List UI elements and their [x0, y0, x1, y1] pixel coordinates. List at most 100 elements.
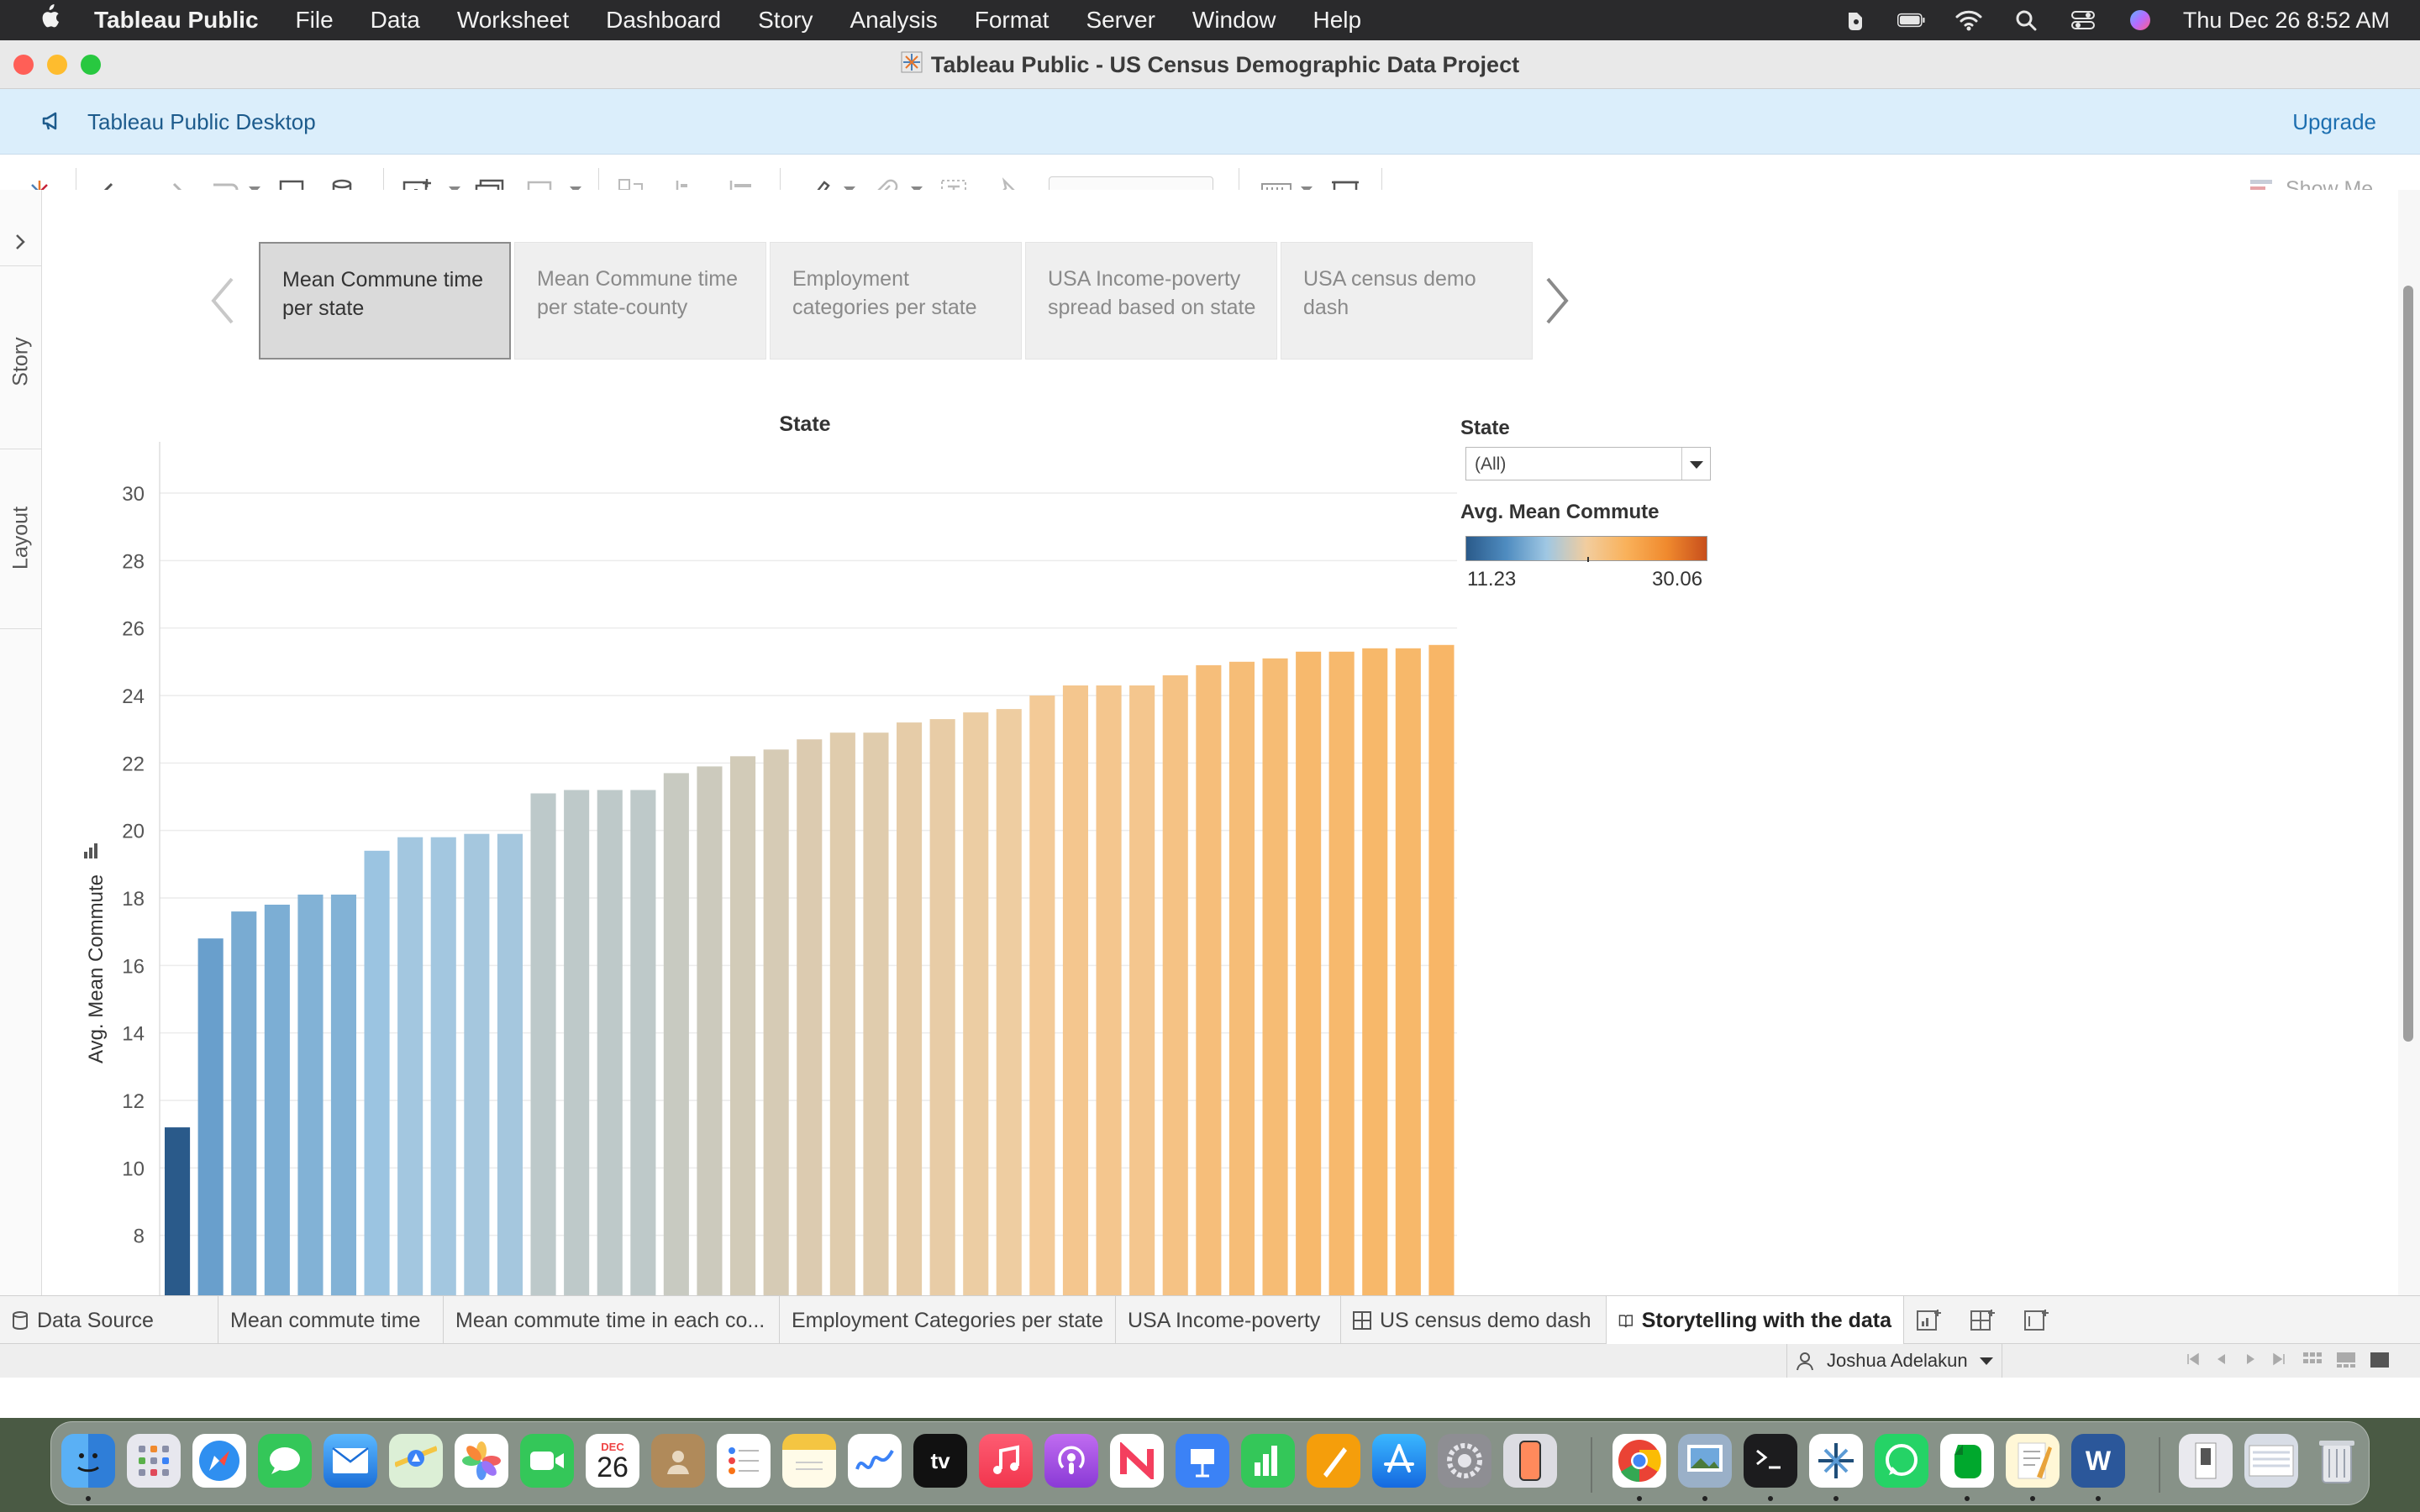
- bar[interactable]: [397, 837, 424, 1295]
- bar[interactable]: [597, 790, 623, 1296]
- chrome-icon[interactable]: [1612, 1434, 1666, 1488]
- bar[interactable]: [1129, 685, 1155, 1295]
- bar[interactable]: [1395, 648, 1421, 1295]
- wifi-icon[interactable]: [1954, 9, 1983, 31]
- mean-commute-bar-chart[interactable]: 681012141618202224262830 State Avg. Mean…: [42, 190, 1749, 1295]
- bar[interactable]: [697, 766, 723, 1295]
- bar[interactable]: [897, 722, 923, 1295]
- menu-file[interactable]: File: [296, 7, 334, 34]
- menu-dashboard[interactable]: Dashboard: [606, 7, 721, 34]
- upgrade-link[interactable]: Upgrade: [2292, 109, 2376, 135]
- microsoft-word-icon[interactable]: W: [2071, 1434, 2125, 1488]
- bar[interactable]: [497, 833, 523, 1295]
- evernote-icon[interactable]: [1940, 1434, 1994, 1488]
- bar[interactable]: [1196, 664, 1222, 1295]
- first-sheet-icon[interactable]: [2185, 1351, 2202, 1368]
- new-story-tab-icon[interactable]: [2023, 1308, 2050, 1337]
- menu-worksheet[interactable]: Worksheet: [457, 7, 569, 34]
- sheet-sorter-icon[interactable]: [2302, 1351, 2323, 1369]
- battery-icon[interactable]: [1897, 9, 1926, 31]
- news-icon[interactable]: [1110, 1434, 1164, 1488]
- bar[interactable]: [1328, 651, 1355, 1295]
- scrollbar-thumb[interactable]: [2403, 286, 2413, 1042]
- bar[interactable]: [863, 732, 889, 1295]
- bar[interactable]: [663, 773, 689, 1295]
- numbers-icon[interactable]: [1241, 1434, 1295, 1488]
- bar[interactable]: [165, 1127, 191, 1295]
- preview-icon[interactable]: [1678, 1434, 1732, 1488]
- menu-data[interactable]: Data: [371, 7, 420, 34]
- bar[interactable]: [1362, 648, 1388, 1295]
- reminders-icon[interactable]: [717, 1434, 771, 1488]
- bar[interactable]: [1428, 644, 1455, 1295]
- whatsapp-icon[interactable]: [1875, 1434, 1928, 1488]
- tab-employment-categories[interactable]: Employment Categories per state: [780, 1296, 1116, 1345]
- messages-icon[interactable]: [258, 1434, 312, 1488]
- evernote-status-icon[interactable]: [1840, 9, 1869, 31]
- siri-icon[interactable]: [2126, 9, 2154, 31]
- launchpad-icon[interactable]: [127, 1434, 181, 1488]
- safari-icon[interactable]: [192, 1434, 246, 1488]
- maps-icon[interactable]: [389, 1434, 443, 1488]
- bar[interactable]: [829, 732, 855, 1295]
- bar[interactable]: [231, 911, 257, 1295]
- bar[interactable]: [1262, 658, 1288, 1295]
- tab-data-source[interactable]: Data Source: [0, 1296, 218, 1345]
- calendar-icon[interactable]: DEC 26: [586, 1434, 639, 1488]
- mail-icon[interactable]: [324, 1434, 377, 1488]
- downloads-stack-icon[interactable]: [2179, 1434, 2233, 1488]
- facetime-icon[interactable]: [520, 1434, 574, 1488]
- sort-indicator-icon[interactable]: [84, 843, 97, 858]
- bar[interactable]: [797, 739, 823, 1295]
- bar[interactable]: [1062, 685, 1088, 1295]
- system-settings-icon[interactable]: [1438, 1434, 1491, 1488]
- recent-document-icon[interactable]: [2244, 1434, 2298, 1488]
- bar[interactable]: [1162, 675, 1188, 1295]
- bar[interactable]: [330, 895, 356, 1295]
- pages-icon[interactable]: [1307, 1434, 1360, 1488]
- tab-mean-commute-time[interactable]: Mean commute time: [218, 1296, 444, 1345]
- menu-help[interactable]: Help: [1313, 7, 1362, 34]
- bar[interactable]: [1228, 661, 1255, 1295]
- control-center-icon[interactable]: [2069, 9, 2097, 31]
- tab-storytelling[interactable]: Storytelling with the data: [1607, 1296, 1904, 1345]
- bar[interactable]: [564, 790, 590, 1296]
- textedit-icon[interactable]: [2006, 1434, 2060, 1488]
- contacts-icon[interactable]: [651, 1434, 705, 1488]
- tab-mean-commute-county[interactable]: Mean commute time in each co...: [444, 1296, 780, 1345]
- tab-income-poverty[interactable]: USA Income-poverty: [1116, 1296, 1341, 1345]
- spotlight-search-icon[interactable]: [2012, 9, 2040, 31]
- menu-window[interactable]: Window: [1192, 7, 1276, 34]
- state-filter-dropdown[interactable]: (All): [1465, 447, 1711, 480]
- bar[interactable]: [430, 837, 456, 1295]
- layout-pane-tab[interactable]: Layout: [9, 506, 34, 571]
- menu-format[interactable]: Format: [975, 7, 1050, 34]
- bar[interactable]: [1296, 651, 1322, 1295]
- finder-icon[interactable]: [61, 1434, 115, 1488]
- bar[interactable]: [630, 790, 656, 1296]
- terminal-icon[interactable]: [1744, 1434, 1797, 1488]
- bar[interactable]: [1096, 685, 1122, 1295]
- app-store-icon[interactable]: [1372, 1434, 1426, 1488]
- next-sheet-icon[interactable]: [2242, 1351, 2259, 1368]
- filmstrip-icon[interactable]: [2336, 1351, 2356, 1369]
- trash-icon[interactable]: [2310, 1434, 2364, 1488]
- bar[interactable]: [364, 850, 390, 1295]
- expand-pane-chevron-icon[interactable]: [10, 232, 30, 256]
- podcasts-icon[interactable]: [1044, 1434, 1098, 1488]
- apple-menu-icon[interactable]: [34, 3, 64, 37]
- story-pane-tab[interactable]: Story: [9, 333, 34, 391]
- new-worksheet-tab-icon[interactable]: [1916, 1308, 1943, 1337]
- keynote-icon[interactable]: [1176, 1434, 1229, 1488]
- bar[interactable]: [530, 793, 556, 1296]
- iphone-mirroring-icon[interactable]: [1503, 1434, 1557, 1488]
- menu-clock[interactable]: Thu Dec 26 8:52 AM: [2183, 8, 2390, 34]
- tableau-dock-icon[interactable]: [1809, 1434, 1863, 1488]
- menu-analysis[interactable]: Analysis: [850, 7, 937, 34]
- last-sheet-icon[interactable]: [2270, 1351, 2287, 1368]
- tab-census-dash[interactable]: US census demo dash: [1341, 1296, 1607, 1345]
- bar[interactable]: [763, 749, 789, 1295]
- apple-tv-icon[interactable]: tv: [913, 1434, 967, 1488]
- menu-story[interactable]: Story: [758, 7, 813, 34]
- photos-icon[interactable]: [455, 1434, 508, 1488]
